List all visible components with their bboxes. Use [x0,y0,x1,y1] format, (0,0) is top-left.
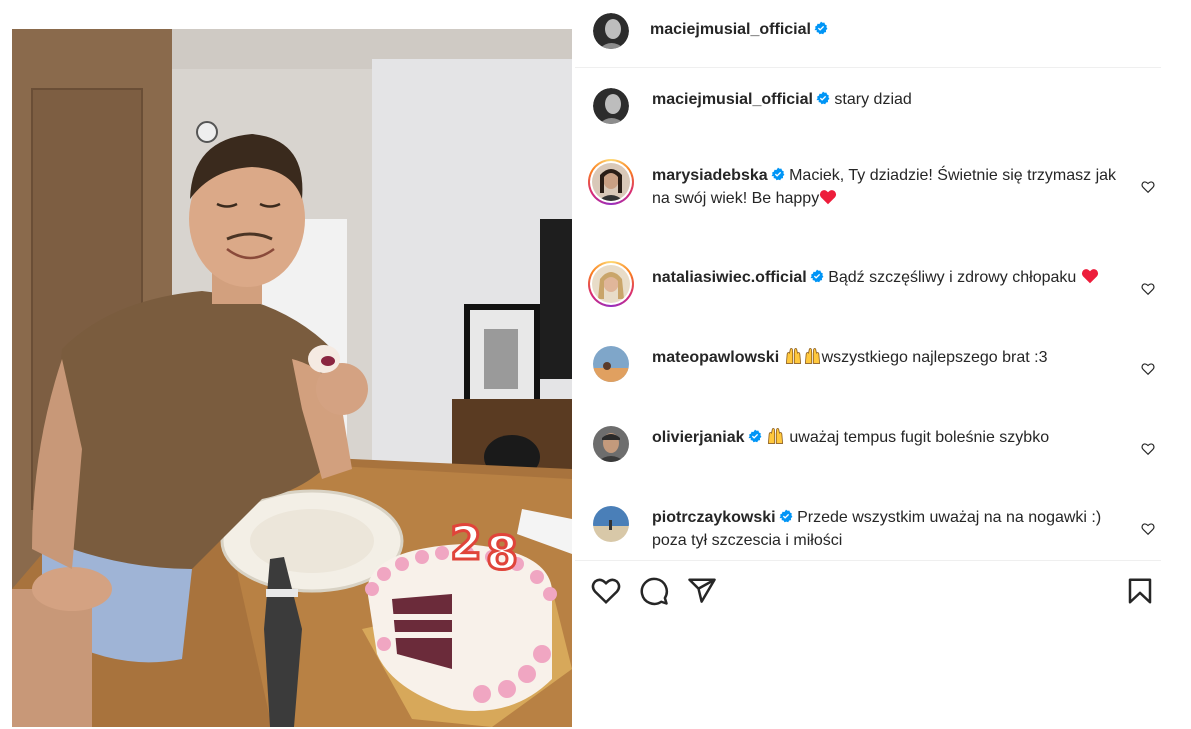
commenter-avatar-ring[interactable] [588,261,634,307]
comment-text: Bądź szczęśliwy i zdrowy chłopaku [828,269,1081,286]
verified-badge-icon [814,21,828,35]
author-avatar[interactable] [593,13,629,49]
comment-text-block: nataliasiwiec.official Bądź szczęśliwy i… [652,266,1122,289]
commenter-avatar[interactable] [593,506,629,542]
comment-username[interactable]: nataliasiwiec.official [652,269,807,286]
red-heart-emoji-icon [1081,269,1098,284]
post-image: 2 8 [12,29,572,727]
commenter-avatar[interactable] [593,346,629,382]
bookmark-icon[interactable] [1125,576,1155,606]
post-header: maciejmusial_official [575,0,1161,68]
like-comment-heart-icon[interactable] [1141,362,1155,376]
heart-outline-icon[interactable] [591,576,621,606]
commenter-avatar [592,265,630,303]
comment-username[interactable]: mateopawlowski [652,349,779,366]
caption-text-block: maciejmusial_official stary dziad [652,88,1122,111]
raising-hands-emoji-icon [804,347,820,364]
like-comment-heart-icon[interactable] [1141,442,1155,456]
comment-text: uważaj tempus fugit boleśnie szybko [784,429,1050,446]
caption-author-avatar[interactable] [593,88,629,124]
like-comment-heart-icon[interactable] [1141,282,1155,296]
post-details-panel: maciejmusial_official maciejmusial_offic… [575,0,1161,729]
svg-text:8: 8 [486,526,518,580]
comment-username[interactable]: olivierjaniak [652,429,745,446]
like-comment-heart-icon[interactable] [1141,180,1155,194]
caption-text: stary dziad [834,91,912,108]
comment-username[interactable]: marysiadebska [652,167,768,184]
comment-text: wszystkiego najlepszego brat :3 [821,349,1048,366]
verified-badge-icon [748,429,761,443]
post-action-bar [575,560,1161,620]
paper-plane-icon[interactable] [687,576,717,606]
commenter-avatar[interactable] [593,426,629,462]
svg-text:2: 2 [450,516,482,570]
verified-badge-icon [810,269,824,283]
comment-username[interactable]: piotrczaykowski [652,509,776,526]
verified-badge-icon [816,91,830,105]
commenter-avatar [592,163,630,201]
author-username[interactable]: maciejmusial_official [650,21,828,39]
raising-hands-emoji-icon [767,427,784,444]
comment-bubble-icon[interactable] [639,576,669,606]
post-photo[interactable]: 2 8 [12,29,572,727]
red-heart-emoji-icon [820,190,837,205]
caption-username[interactable]: maciejmusial_official [652,91,813,108]
comment-text-block: marysiadebska Maciek, Ty dziadzie! Świet… [652,164,1122,210]
author-username-text[interactable]: maciejmusial_official [650,21,811,38]
commenter-avatar-ring[interactable] [588,159,634,205]
like-comment-heart-icon[interactable] [1141,522,1155,536]
comment-text-block: olivierjaniak uważaj tempus fugit boleśn… [652,426,1122,449]
raising-hands-emoji-icon [785,347,801,364]
verified-badge-icon [779,509,793,523]
verified-badge-icon [771,167,785,181]
comment-text-block: mateopawlowski wszystkiego najlepszego b… [652,346,1122,369]
comment-text-block: piotrczaykowski Przede wszystkim uważaj … [652,506,1122,552]
